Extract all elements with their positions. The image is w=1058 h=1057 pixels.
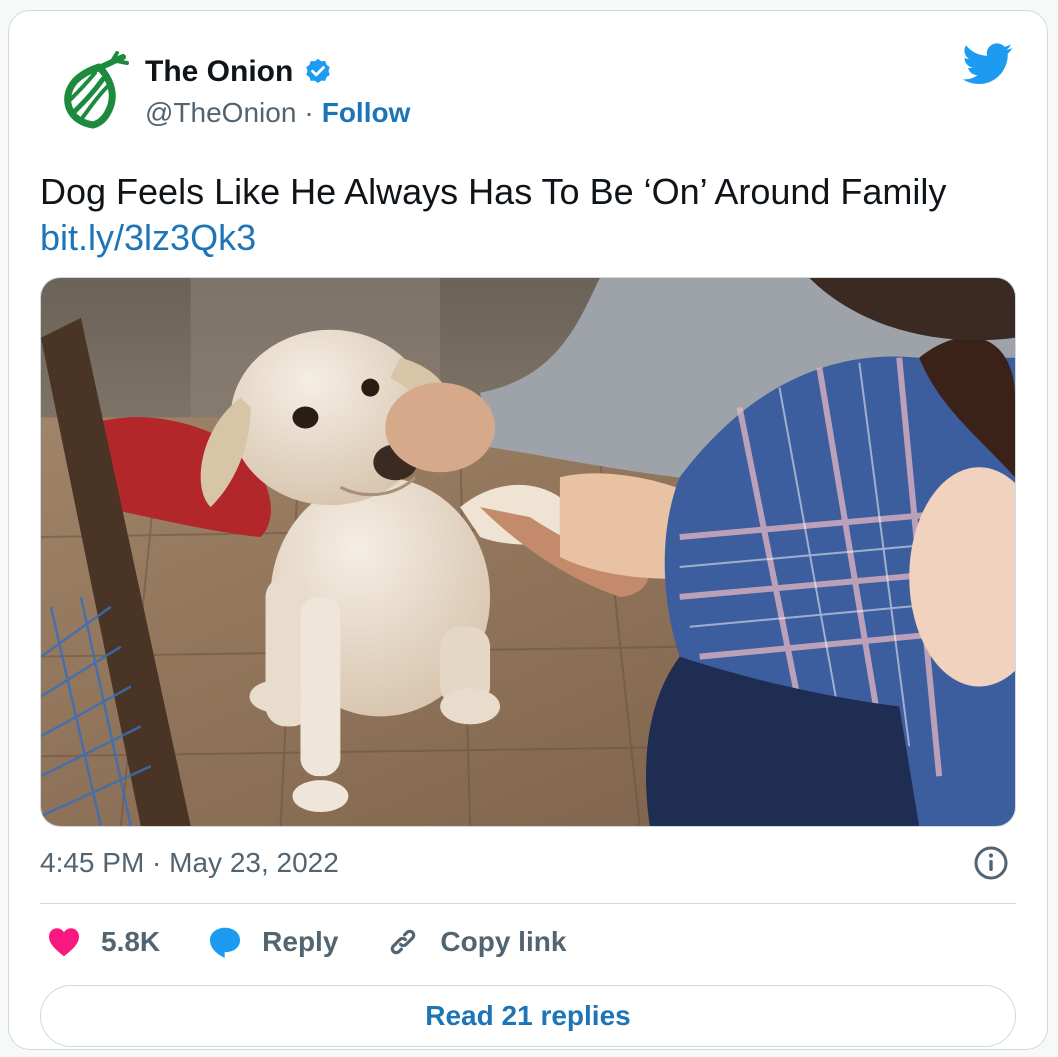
read-replies-label: Read 21 replies (425, 1000, 631, 1031)
verified-badge-icon (303, 57, 333, 87)
account-handle[interactable]: @TheOnion (145, 97, 296, 129)
display-name[interactable]: The Onion (145, 55, 293, 89)
link-icon (391, 929, 416, 955)
heart-icon (48, 928, 80, 957)
tweet-actions: 5.8K Reply Copy link (45, 923, 612, 961)
tweet-card: The Onion @TheOnion · Follow Dog Feels L… (8, 10, 1048, 1050)
read-replies-button[interactable]: Read 21 replies (40, 985, 1016, 1047)
like-count: 5.8K (101, 926, 161, 957)
info-icon[interactable] (973, 845, 1009, 881)
reply-button[interactable]: Reply (206, 923, 338, 961)
handle-row: @TheOnion · Follow (145, 97, 410, 129)
tweet-body: Dog Feels Like He Always Has To Be ‘On’ … (40, 171, 947, 212)
like-button[interactable]: 5.8K (45, 923, 160, 961)
follow-button[interactable]: Follow (322, 97, 411, 129)
copy-link-button[interactable]: Copy link (384, 923, 566, 961)
tweet-timestamp[interactable]: 4:45 PM · May 23, 2022 (40, 847, 339, 879)
copy-link-label: Copy link (440, 926, 567, 957)
speech-bubble-icon (210, 927, 241, 958)
tweet-link[interactable]: bit.ly/3lz3Qk3 (40, 215, 1030, 261)
reply-label: Reply (262, 926, 339, 957)
divider (40, 903, 1016, 904)
twitter-bird-icon[interactable] (962, 43, 1013, 85)
tweet-text: Dog Feels Like He Always Has To Be ‘On’ … (40, 169, 1030, 261)
separator-dot: · (304, 97, 314, 128)
tweet-photo[interactable] (40, 277, 1016, 827)
account-name-row: The Onion (145, 55, 333, 89)
onion-logo-icon[interactable] (53, 51, 137, 135)
